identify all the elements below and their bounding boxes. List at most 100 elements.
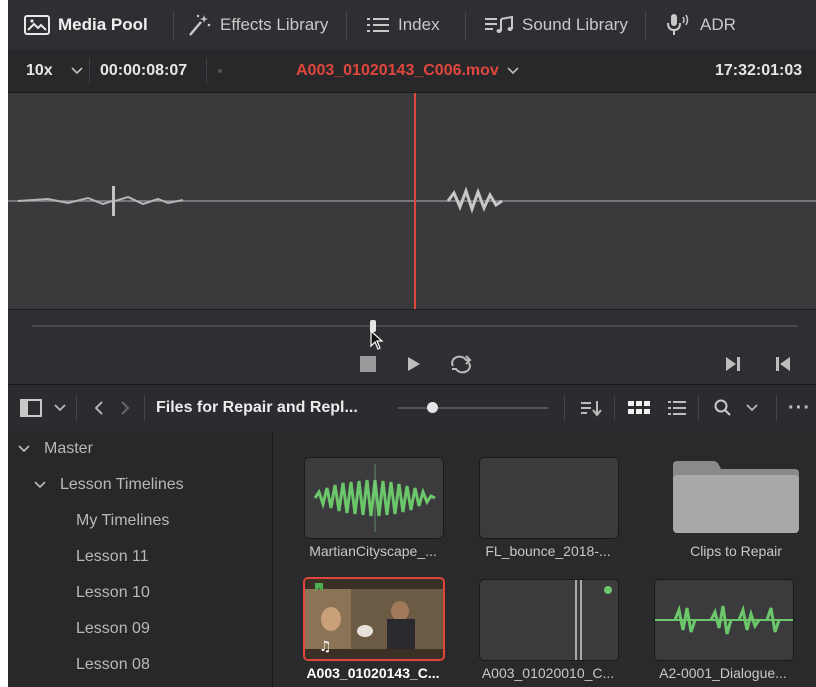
- chevron-down-icon: [507, 67, 519, 75]
- waveform-graphic: [8, 93, 816, 309]
- toolbar-divider: [346, 12, 347, 40]
- loop-button[interactable]: [448, 354, 474, 374]
- index-list-icon: [367, 18, 389, 32]
- bin-title-text: Files for Repair and Repl...: [156, 399, 358, 416]
- source-timecode: 17:32:01:03: [715, 50, 802, 92]
- more-options-icon[interactable]: ···: [788, 385, 811, 431]
- playhead[interactable]: [414, 93, 416, 309]
- transport-bar: [8, 309, 816, 384]
- play-button[interactable]: [406, 355, 422, 373]
- audio-waveform-icon: [655, 604, 793, 635]
- bar-divider: [76, 395, 77, 421]
- zoom-dropdown[interactable]: 10x: [26, 50, 83, 92]
- header-divider: [206, 58, 207, 84]
- clip-caption: A003_01020010_C...: [481, 665, 615, 681]
- video-frame-icon: ♫: [305, 579, 443, 659]
- sort-icon[interactable]: [580, 399, 602, 417]
- bar-divider: [698, 395, 699, 421]
- effects-wand-icon: [189, 14, 211, 36]
- duration-text: 00:00:08:07: [100, 62, 188, 79]
- tab-index[interactable]: Index: [366, 0, 440, 50]
- toolbar-divider: [645, 12, 646, 40]
- stop-button[interactable]: [360, 356, 376, 372]
- tree-item-master[interactable]: Master: [18, 431, 93, 467]
- bin-sidebar: Master Lesson Timelines My Timelines Les…: [8, 431, 273, 687]
- clip-thumbnail[interactable]: [654, 579, 794, 661]
- clip-caption: MartianCityscape_...: [309, 543, 437, 559]
- clip-caption: A003_01020143_C...: [306, 665, 440, 681]
- sidebar-toggle-button[interactable]: [20, 385, 66, 431]
- media-pool-icon: [24, 15, 50, 35]
- chevron-down-icon: [71, 67, 83, 75]
- jump-to-next-icon[interactable]: [724, 355, 742, 373]
- thumbnail-size-slider[interactable]: [398, 407, 548, 409]
- microphone-icon: [667, 14, 689, 35]
- chevron-down-icon: [34, 481, 46, 489]
- tree-item-label: Lesson 09: [76, 620, 150, 637]
- fairlight-media-panel: Media Pool Effects Library Index Sound L…: [8, 0, 816, 687]
- timecode-text: 17:32:01:03: [715, 62, 803, 79]
- tree-item-label: Master: [44, 440, 93, 457]
- zoom-value: 10x: [26, 62, 53, 79]
- clip-caption: A2-0001_Dialogue...: [659, 665, 787, 681]
- tab-adr-label: ADR: [700, 15, 736, 34]
- marker-dot-icon: [217, 50, 223, 92]
- clip-name-dropdown[interactable]: A003_01020143_C006.mov: [296, 50, 519, 92]
- tab-media-pool[interactable]: Media Pool: [24, 0, 148, 50]
- clip-thumbnail[interactable]: [304, 457, 444, 539]
- tree-item-label: My Timelines: [76, 512, 170, 529]
- bar-divider: [776, 395, 777, 421]
- sound-library-icon: [485, 15, 513, 33]
- clip-caption: FL_bounce_2018-...: [485, 543, 611, 559]
- header-divider: [89, 58, 90, 84]
- search-button[interactable]: [714, 385, 758, 431]
- tree-item-my-timelines[interactable]: My Timelines: [76, 503, 169, 539]
- toolbar-divider: [173, 12, 174, 40]
- clip-thumbnail[interactable]: [479, 579, 619, 661]
- tab-effects-library[interactable]: Effects Library: [186, 0, 328, 50]
- tab-sound-library-label: Sound Library: [522, 15, 628, 34]
- jump-to-previous-icon[interactable]: [774, 355, 792, 373]
- tree-item-lesson-10[interactable]: Lesson 10: [76, 575, 150, 611]
- clip-in-out-marker-icon: [575, 580, 612, 660]
- toolbar-divider: [465, 12, 466, 40]
- mouse-cursor-icon: [370, 330, 384, 350]
- tree-item-lesson-timelines[interactable]: Lesson Timelines: [34, 467, 184, 503]
- tree-item-label: Lesson 08: [76, 656, 150, 673]
- chevron-down-icon: [746, 404, 758, 412]
- clip-duration: 00:00:08:07: [100, 50, 187, 92]
- list-view-icon[interactable]: [668, 400, 686, 416]
- clip-grid: MartianCityscape_... FL_bounce_2018-... …: [273, 431, 816, 687]
- slider-knob[interactable]: [427, 402, 438, 413]
- tree-item-label: Lesson Timelines: [60, 476, 184, 493]
- tab-media-pool-label: Media Pool: [58, 15, 148, 34]
- scrub-bar[interactable]: [32, 325, 798, 327]
- back-arrow-icon[interactable]: [94, 401, 104, 415]
- tree-item-lesson-11[interactable]: Lesson 11: [76, 539, 149, 575]
- audio-waveform-viewer[interactable]: [8, 93, 816, 309]
- bar-divider: [614, 395, 615, 421]
- media-pool-bar: Files for Repair and Repl... ···: [8, 384, 816, 432]
- clip-thumbnail[interactable]: [479, 457, 619, 539]
- bin-title: Files for Repair and Repl...: [156, 385, 358, 431]
- viewer-header: 10x 00:00:08:07 A003_01020143_C006.mov 1…: [8, 50, 816, 93]
- audio-waveform-icon: [313, 464, 436, 532]
- bar-divider: [144, 395, 145, 421]
- tree-item-label: Lesson 11: [76, 548, 149, 565]
- folder-caption: Clips to Repair: [690, 543, 782, 559]
- tree-item-lesson-09[interactable]: Lesson 09: [76, 611, 150, 647]
- search-icon: [714, 399, 731, 416]
- sidebar-panel-icon: [20, 399, 42, 417]
- panel-toolbar: Media Pool Effects Library Index Sound L…: [8, 0, 816, 51]
- clip-thumbnail-selected[interactable]: ♫: [303, 577, 445, 661]
- forward-arrow-icon[interactable]: [120, 401, 130, 415]
- tree-item-label: Lesson 10: [76, 584, 150, 601]
- tab-adr[interactable]: ADR: [666, 0, 736, 50]
- chevron-down-icon: [18, 445, 30, 453]
- thumbnail-view-icon[interactable]: [628, 401, 650, 415]
- tab-effects-library-label: Effects Library: [220, 15, 329, 34]
- folder-icon[interactable]: [669, 459, 803, 535]
- tree-item-lesson-08[interactable]: Lesson 08: [76, 647, 150, 683]
- tab-index-label: Index: [398, 15, 440, 34]
- tab-sound-library[interactable]: Sound Library: [484, 0, 628, 50]
